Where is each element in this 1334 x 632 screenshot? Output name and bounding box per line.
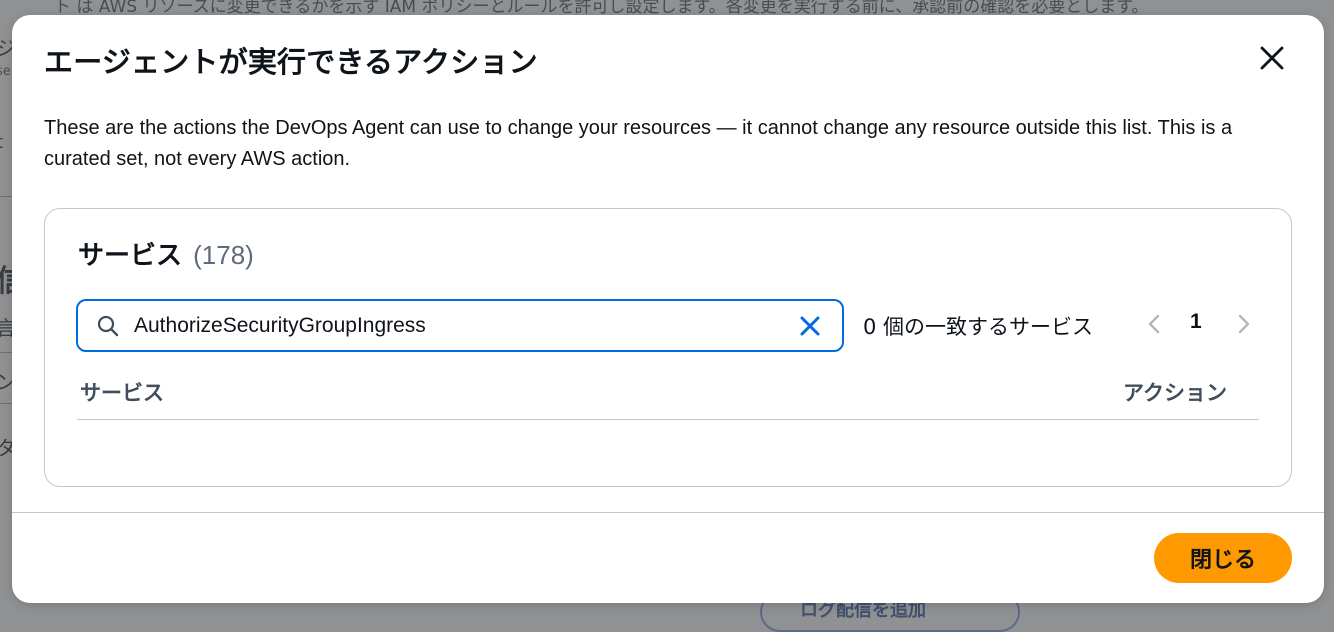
modal-title: エージェントが実行できるアクション xyxy=(44,45,538,79)
footer-divider xyxy=(12,512,1324,513)
background-divider xyxy=(0,352,12,353)
background-left-fragment-3: t xyxy=(0,132,3,153)
chevron-left-icon[interactable] xyxy=(1143,312,1167,336)
column-header-action[interactable]: アクション xyxy=(1123,377,1227,407)
background-divider xyxy=(0,403,12,404)
chevron-right-icon[interactable] xyxy=(1231,312,1255,336)
services-table-header: サービス アクション xyxy=(77,374,1259,420)
background-left-fragment-2: se xyxy=(0,64,11,79)
actions-modal: エージェントが実行できるアクション These are the actions … xyxy=(12,15,1324,603)
background-divider xyxy=(0,196,12,197)
column-header-service[interactable]: サービス xyxy=(80,377,164,407)
pagination: 1 xyxy=(1143,307,1253,341)
match-count: 0 個の一致するサービス xyxy=(863,315,1094,339)
current-page-number[interactable]: 1 xyxy=(1190,310,1202,334)
close-button[interactable] xyxy=(1256,42,1288,74)
services-title: サービス xyxy=(78,241,183,271)
search-icon xyxy=(97,315,119,337)
services-heading: サービス (178) xyxy=(78,235,254,272)
services-card: サービス (178) 0 個の一致するサービス 1 サービス xyxy=(44,208,1292,487)
close-modal-button[interactable]: 閉じる xyxy=(1154,533,1292,583)
service-search-box[interactable] xyxy=(76,299,844,352)
modal-description: These are the actions the DevOps Agent c… xyxy=(44,117,1233,170)
service-search-input[interactable] xyxy=(134,309,784,342)
services-count: (178) xyxy=(193,240,254,270)
clear-icon[interactable] xyxy=(796,312,824,340)
close-icon xyxy=(1260,46,1284,70)
